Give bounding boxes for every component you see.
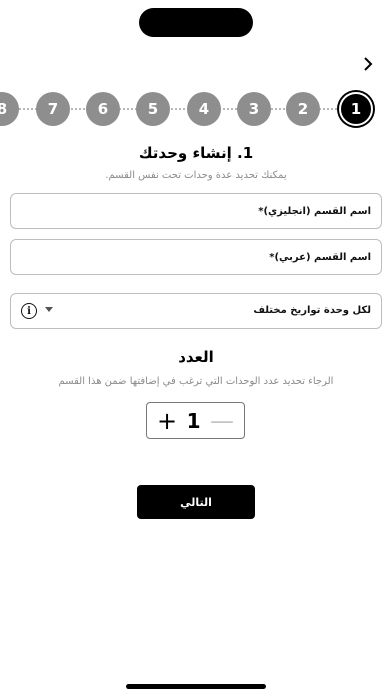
step-4[interactable]: 4: [187, 92, 221, 126]
name-en-label: اسم القسم (انجليزي)*: [258, 205, 371, 217]
step-1[interactable]: 1: [339, 92, 373, 126]
quantity-stepper: + 1 —: [146, 402, 245, 439]
dates-select[interactable]: لكل وحدة تواريخ مختلف i: [10, 293, 382, 329]
home-indicator: [126, 684, 266, 689]
name-en-field[interactable]: اسم القسم (انجليزي)*: [10, 193, 382, 229]
decrement-button[interactable]: —: [210, 409, 234, 433]
count-subtitle: الرجاء تحديد عدد الوحدات التي ترغب في إض…: [58, 376, 334, 387]
count-title: العدد: [178, 348, 214, 366]
progress-stepper: 1 2 3 4 5 6 7 8: [0, 92, 392, 126]
info-icon[interactable]: i: [21, 303, 37, 319]
chevron-right-icon: [364, 57, 373, 71]
step-2[interactable]: 2: [286, 92, 320, 126]
step-3[interactable]: 3: [237, 92, 271, 126]
name-ar-label: اسم القسم (عربي)*: [269, 251, 371, 263]
dates-select-label: لكل وحدة تواريخ مختلف: [253, 305, 371, 316]
increment-button[interactable]: +: [157, 409, 177, 433]
step-8[interactable]: 8: [0, 92, 19, 126]
name-ar-field[interactable]: اسم القسم (عربي)*: [10, 239, 382, 275]
step-6[interactable]: 6: [86, 92, 120, 126]
section-title: 1. إنشاء وحدتك: [138, 144, 254, 162]
next-button[interactable]: التالي: [137, 485, 255, 519]
step-5[interactable]: 5: [136, 92, 170, 126]
step-7[interactable]: 7: [36, 92, 70, 126]
back-button[interactable]: [356, 52, 380, 76]
section-subtitle: يمكنك تحديد عدة وحدات تحت نفس القسم.: [105, 170, 287, 181]
chevron-down-icon: [45, 307, 53, 312]
device-notch: [139, 8, 253, 37]
quantity-value: 1: [186, 408, 201, 433]
